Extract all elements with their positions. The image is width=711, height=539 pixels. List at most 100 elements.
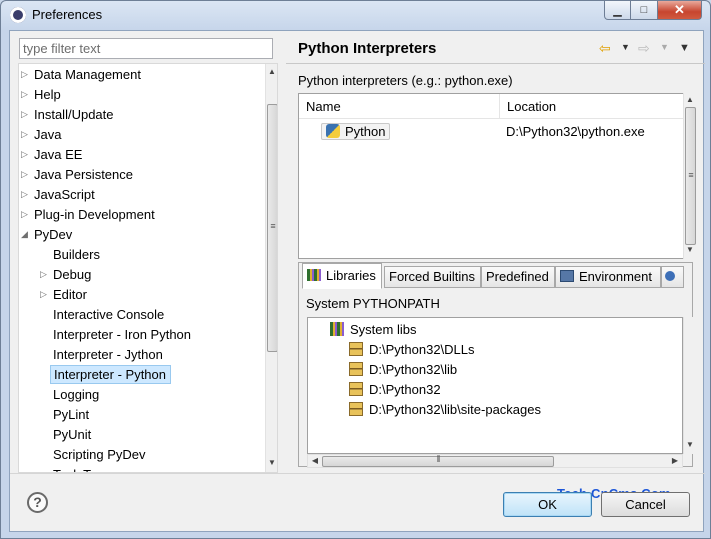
dialog-client: ▷Data Management▷Help▷Install/Update▷Jav… [9, 30, 705, 532]
interpreters-label: Python interpreters (e.g.: python.exe) [298, 73, 513, 88]
library-icon [330, 322, 344, 336]
back-dropdown-icon[interactable]: ▼ [621, 42, 630, 52]
scroll-down-arrow-icon[interactable]: ▼ [684, 245, 696, 254]
grip-icon: ⦀ [436, 454, 441, 464]
column-header-name[interactable]: Name [299, 94, 500, 119]
eclipse-icon [10, 7, 26, 23]
tree-item[interactable]: PyDev [31, 225, 76, 244]
scroll-down-arrow-icon[interactable]: ▼ [266, 458, 277, 467]
page-title: Python Interpreters [298, 40, 437, 57]
tree-item[interactable]: Interpreter - Jython [50, 345, 167, 364]
libraries-vertical-scrollbar[interactable]: ▼ [683, 317, 696, 454]
tree-item[interactable]: Editor [50, 285, 91, 304]
back-arrow-icon[interactable]: ⇦ [599, 40, 611, 57]
tree-item[interactable]: Interpreter - Iron Python [50, 325, 195, 344]
tree-item[interactable]: Builders [50, 245, 104, 264]
tree-item[interactable]: Scripting PyDev [50, 445, 149, 464]
interpreters-vertical-scrollbar[interactable]: ▲ ≡ ▼ [683, 93, 696, 259]
expand-arrow-icon[interactable]: ▷ [21, 205, 31, 224]
interpreter-location: D:\Python32\python.exe [506, 124, 645, 139]
expand-arrow-icon[interactable]: ▷ [21, 105, 31, 124]
tab-label: Libraries [326, 268, 376, 283]
grip-icon: ≡ [688, 170, 693, 180]
tree-item[interactable]: PyUnit [50, 425, 95, 444]
libraries-icon [307, 269, 321, 281]
close-button[interactable]: ✕ [658, 1, 702, 20]
expand-arrow-icon[interactable]: ▷ [21, 65, 31, 84]
expand-arrow-icon[interactable]: ▷ [21, 185, 31, 204]
scroll-left-arrow-icon[interactable]: ◀ [310, 456, 320, 465]
interpreters-scroll-thumb[interactable]: ≡ [685, 107, 696, 245]
expand-arrow-icon[interactable]: ▷ [21, 145, 31, 164]
tab-libraries[interactable]: Libraries [302, 263, 382, 289]
window-title: Preferences [32, 7, 103, 22]
expand-arrow-icon[interactable]: ▷ [40, 285, 50, 304]
tree-item[interactable]: JavaScript [31, 185, 99, 204]
library-path-label: D:\Python32\lib\site-packages [369, 402, 541, 417]
tree-item[interactable]: Logging [50, 385, 103, 404]
pythonpath-label: System PYTHONPATH [306, 296, 440, 311]
footer-separator [10, 473, 705, 474]
system-libs-node[interactable]: System libs [330, 320, 416, 340]
tab-label: Predefined [486, 269, 549, 284]
column-header-location[interactable]: Location [500, 94, 684, 119]
tree-item[interactable]: Java [31, 125, 65, 144]
tree-item[interactable]: Java Persistence [31, 165, 137, 184]
expand-arrow-icon[interactable]: ▷ [21, 125, 31, 144]
interpreter-row[interactable]: Python [321, 122, 391, 142]
scroll-right-arrow-icon[interactable]: ▶ [670, 456, 680, 465]
collapse-arrow-icon[interactable]: ◢ [21, 225, 31, 244]
minimize-button[interactable]: ▁ [604, 1, 631, 20]
libraries-horizontal-scrollbar[interactable]: ◀ ⦀ ▶ [307, 454, 683, 468]
python-icon [326, 124, 340, 138]
scroll-up-arrow-icon[interactable]: ▲ [266, 67, 277, 76]
jar-icon [349, 382, 363, 396]
cancel-button[interactable]: Cancel [601, 492, 690, 517]
help-button[interactable]: ? [27, 492, 48, 513]
forward-arrow-icon[interactable]: ⇨ [638, 40, 650, 57]
filter-input[interactable] [19, 38, 273, 59]
expand-arrow-icon[interactable]: ▷ [21, 85, 31, 104]
tree-item[interactable]: Help [31, 85, 65, 104]
view-menu-icon[interactable]: ▼ [679, 42, 690, 54]
library-path-item[interactable]: D:\Python32\lib [349, 360, 457, 380]
maximize-button[interactable]: □ [631, 1, 658, 20]
library-path-item[interactable]: D:\Python32\DLLs [349, 340, 475, 360]
grip-icon: ≡ [270, 221, 275, 231]
library-path-label: D:\Python32\lib [369, 362, 458, 377]
tab-environment[interactable]: Environment [555, 266, 661, 288]
tree-vertical-scrollbar[interactable]: ▲ ≡ ▼ [265, 64, 277, 472]
tree-item[interactable]: Debug [50, 265, 95, 284]
tree-item[interactable]: Interpreter - Python [50, 365, 171, 384]
tree-scroll-thumb[interactable]: ≡ [267, 104, 277, 352]
tree-item[interactable]: PyLint [50, 405, 93, 424]
library-path-item[interactable]: D:\Python32 [349, 380, 441, 400]
interpreters-table: Name Location Python D:\Python32\python.… [298, 93, 684, 259]
tab-overflow[interactable] [661, 266, 684, 288]
tree-item[interactable]: Interactive Console [50, 305, 168, 324]
tree-item[interactable]: Plug-in Development [31, 205, 159, 224]
tree-item[interactable]: Task Tags [50, 465, 115, 472]
tab-forced-builtins[interactable]: Forced Builtins [384, 266, 481, 288]
jar-icon [349, 402, 363, 416]
jar-icon [349, 362, 363, 376]
scroll-up-arrow-icon[interactable]: ▲ [684, 95, 696, 104]
ok-button[interactable]: OK [503, 492, 592, 517]
expand-arrow-icon[interactable]: ▷ [40, 265, 50, 284]
library-path-label: D:\Python32\DLLs [369, 342, 475, 357]
scroll-down-arrow-icon[interactable]: ▼ [684, 440, 696, 449]
forward-dropdown-icon[interactable]: ▼ [660, 42, 669, 52]
libraries-tree: System libs D:\Python32\DLLs D:\Python32… [307, 317, 683, 454]
tab-predefined[interactable]: Predefined [481, 266, 555, 288]
tree-item[interactable]: Java EE [31, 145, 86, 164]
system-libs-label: System libs [350, 322, 417, 337]
tree-item[interactable]: Install/Update [31, 105, 118, 124]
interpreter-name: Python [345, 124, 386, 139]
jar-icon [349, 342, 363, 356]
tree-item[interactable]: Data Management [31, 65, 145, 84]
library-path-item[interactable]: D:\Python32\lib\site-packages [349, 400, 541, 420]
libraries-hscroll-thumb[interactable]: ⦀ [322, 454, 554, 467]
tab-label: Environment [579, 269, 652, 284]
title-bar: Preferences ▁ □ ✕ [1, 1, 710, 29]
expand-arrow-icon[interactable]: ▷ [21, 165, 31, 184]
